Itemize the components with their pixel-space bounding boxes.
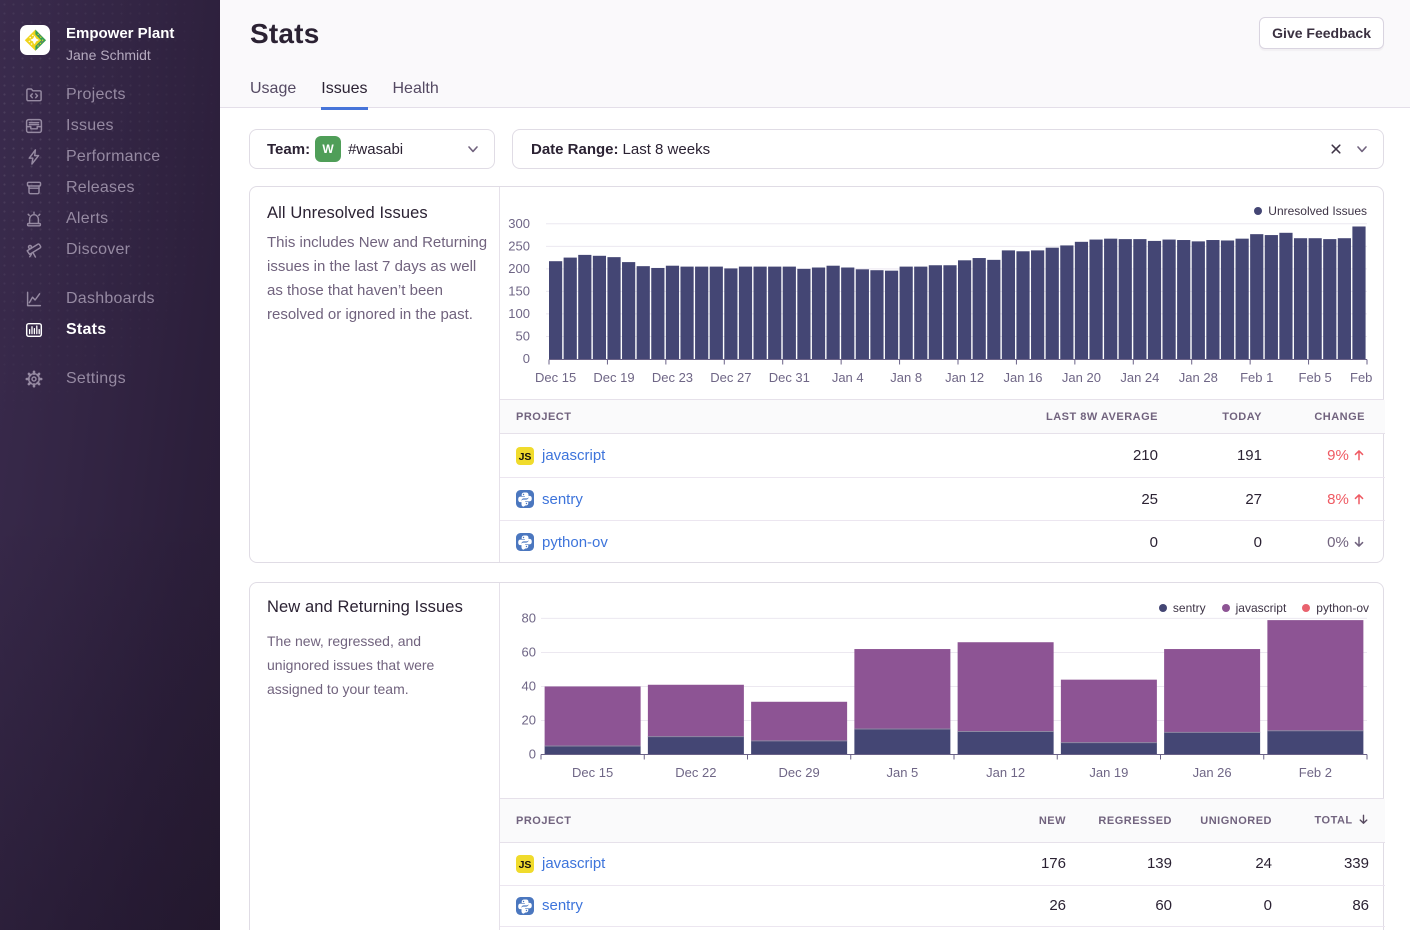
svg-text:Feb 1: Feb 1 [1240,370,1273,385]
svg-text:200: 200 [508,261,530,276]
svg-text:300: 300 [508,216,530,231]
svg-text:20: 20 [522,713,536,728]
svg-text:JS: JS [519,451,532,463]
svg-text:Dec 22: Dec 22 [675,765,716,780]
svg-text:Jan 12: Jan 12 [986,765,1025,780]
svg-text:80: 80 [522,611,536,626]
svg-text:Jan 12: Jan 12 [945,370,984,385]
svg-text:60: 60 [522,645,536,660]
svg-text:0: 0 [523,351,530,366]
svg-text:Jan 19: Jan 19 [1089,765,1128,780]
svg-text:Dec 15: Dec 15 [572,765,613,780]
svg-text:Dec 31: Dec 31 [769,370,810,385]
svg-text:100: 100 [508,306,530,321]
svg-text:Jan 5: Jan 5 [886,765,918,780]
svg-text:Feb 5: Feb 5 [1299,370,1332,385]
svg-text:JS: JS [519,859,532,871]
svg-text:Dec 29: Dec 29 [779,765,820,780]
svg-text:40: 40 [522,679,536,694]
svg-text:Feb: Feb [1350,370,1372,385]
svg-text:Jan 20: Jan 20 [1062,370,1101,385]
svg-text:Jan 28: Jan 28 [1179,370,1218,385]
svg-text:Feb 2: Feb 2 [1299,765,1332,780]
svg-text:150: 150 [508,284,530,299]
svg-text:Dec 23: Dec 23 [652,370,693,385]
svg-text:Dec 19: Dec 19 [593,370,634,385]
svg-text:Jan 16: Jan 16 [1003,370,1042,385]
svg-text:250: 250 [508,239,530,254]
svg-text:Jan 26: Jan 26 [1193,765,1232,780]
svg-text:Dec 27: Dec 27 [710,370,751,385]
svg-text:Jan 8: Jan 8 [890,370,922,385]
svg-text:Jan 24: Jan 24 [1120,370,1159,385]
svg-text:0: 0 [529,747,536,762]
svg-text:Dec 15: Dec 15 [535,370,576,385]
svg-text:Jan 4: Jan 4 [832,370,864,385]
svg-text:50: 50 [516,329,530,344]
